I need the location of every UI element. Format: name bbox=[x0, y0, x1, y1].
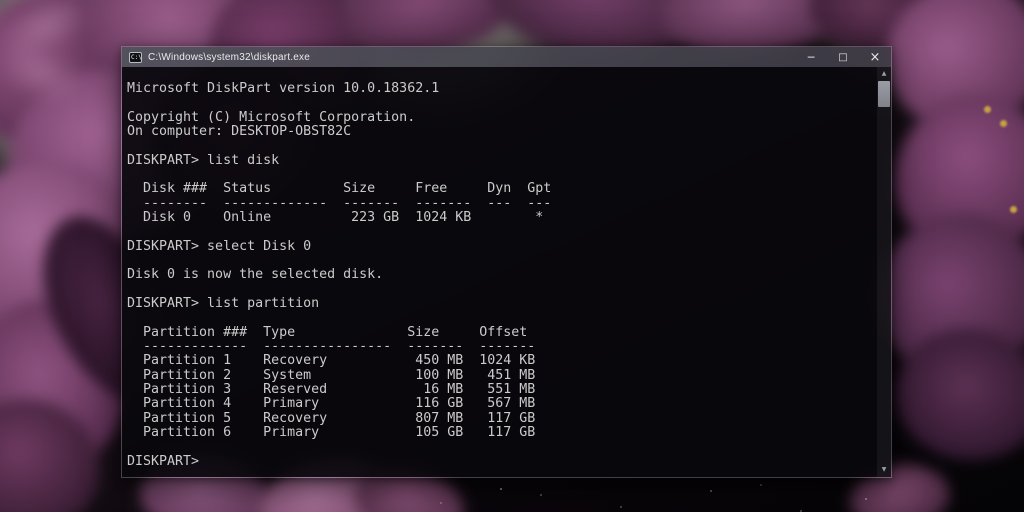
console-line: Partition 4 Primary 116 GB 567 MB bbox=[127, 397, 876, 411]
console-line: -------- ------------- ------- ------- -… bbox=[127, 197, 876, 211]
scroll-down-icon[interactable]: ▼ bbox=[877, 463, 891, 476]
close-button[interactable]: × bbox=[859, 47, 891, 67]
console-line: Partition 6 Primary 105 GB 117 GB bbox=[127, 426, 876, 440]
window-title: C:\Windows\system32\diskpart.exe bbox=[148, 52, 795, 63]
console-line bbox=[127, 254, 876, 268]
console-line: Microsoft DiskPart version 10.0.18362.1 bbox=[127, 82, 876, 96]
console-line bbox=[127, 283, 876, 297]
console-line: Disk 0 Online 223 GB 1024 KB * bbox=[127, 211, 876, 225]
console-output-area[interactable]: Microsoft DiskPart version 10.0.18362.1 … bbox=[122, 67, 891, 477]
console-prompt-line: DISKPART> bbox=[127, 455, 876, 469]
console-line: Disk 0 is now the selected disk. bbox=[127, 268, 876, 282]
console-line bbox=[127, 168, 876, 182]
console-line bbox=[127, 311, 876, 325]
diskpart-console-window: C:\ C:\Windows\system32\diskpart.exe ─ □… bbox=[121, 46, 892, 478]
console-line: Partition 2 System 100 MB 451 MB bbox=[127, 369, 876, 383]
console-line: DISKPART> select Disk 0 bbox=[127, 240, 876, 254]
console-line: ------------- ---------------- ------- -… bbox=[127, 340, 876, 354]
scrollbar-thumb[interactable] bbox=[878, 81, 890, 107]
minimize-button[interactable]: ─ bbox=[795, 47, 827, 67]
maximize-button[interactable]: □ bbox=[827, 47, 859, 67]
flower-stamen bbox=[1010, 206, 1017, 213]
console-line: Disk ### Status Size Free Dyn Gpt bbox=[127, 182, 876, 196]
title-bar[interactable]: C:\ C:\Windows\system32\diskpart.exe ─ □… bbox=[122, 47, 891, 67]
scrollbar[interactable]: ▲ ▼ bbox=[877, 67, 891, 477]
cmd-icon[interactable]: C:\ bbox=[129, 52, 142, 63]
console-line: Partition 5 Recovery 807 MB 117 GB bbox=[127, 412, 876, 426]
scroll-up-icon[interactable]: ▲ bbox=[877, 67, 891, 80]
console-line bbox=[127, 225, 876, 239]
console-text: Microsoft DiskPart version 10.0.18362.1 … bbox=[122, 67, 876, 477]
console-line: DISKPART> list partition bbox=[127, 297, 876, 311]
console-line: Partition 1 Recovery 450 MB 1024 KB bbox=[127, 354, 876, 368]
console-line: Partition ### Type Size Offset bbox=[127, 326, 876, 340]
console-line bbox=[127, 139, 876, 153]
console-line: Partition 3 Reserved 16 MB 551 MB bbox=[127, 383, 876, 397]
flower-stamen bbox=[984, 106, 991, 113]
dust-speckles bbox=[500, 488, 502, 490]
console-line: Copyright (C) Microsoft Corporation. bbox=[127, 111, 876, 125]
console-line: On computer: DESKTOP-OBST82C bbox=[127, 125, 876, 139]
console-line: DISKPART> list disk bbox=[127, 154, 876, 168]
console-line bbox=[127, 96, 876, 110]
console-line bbox=[127, 440, 876, 454]
flower-stamen bbox=[1000, 120, 1007, 127]
